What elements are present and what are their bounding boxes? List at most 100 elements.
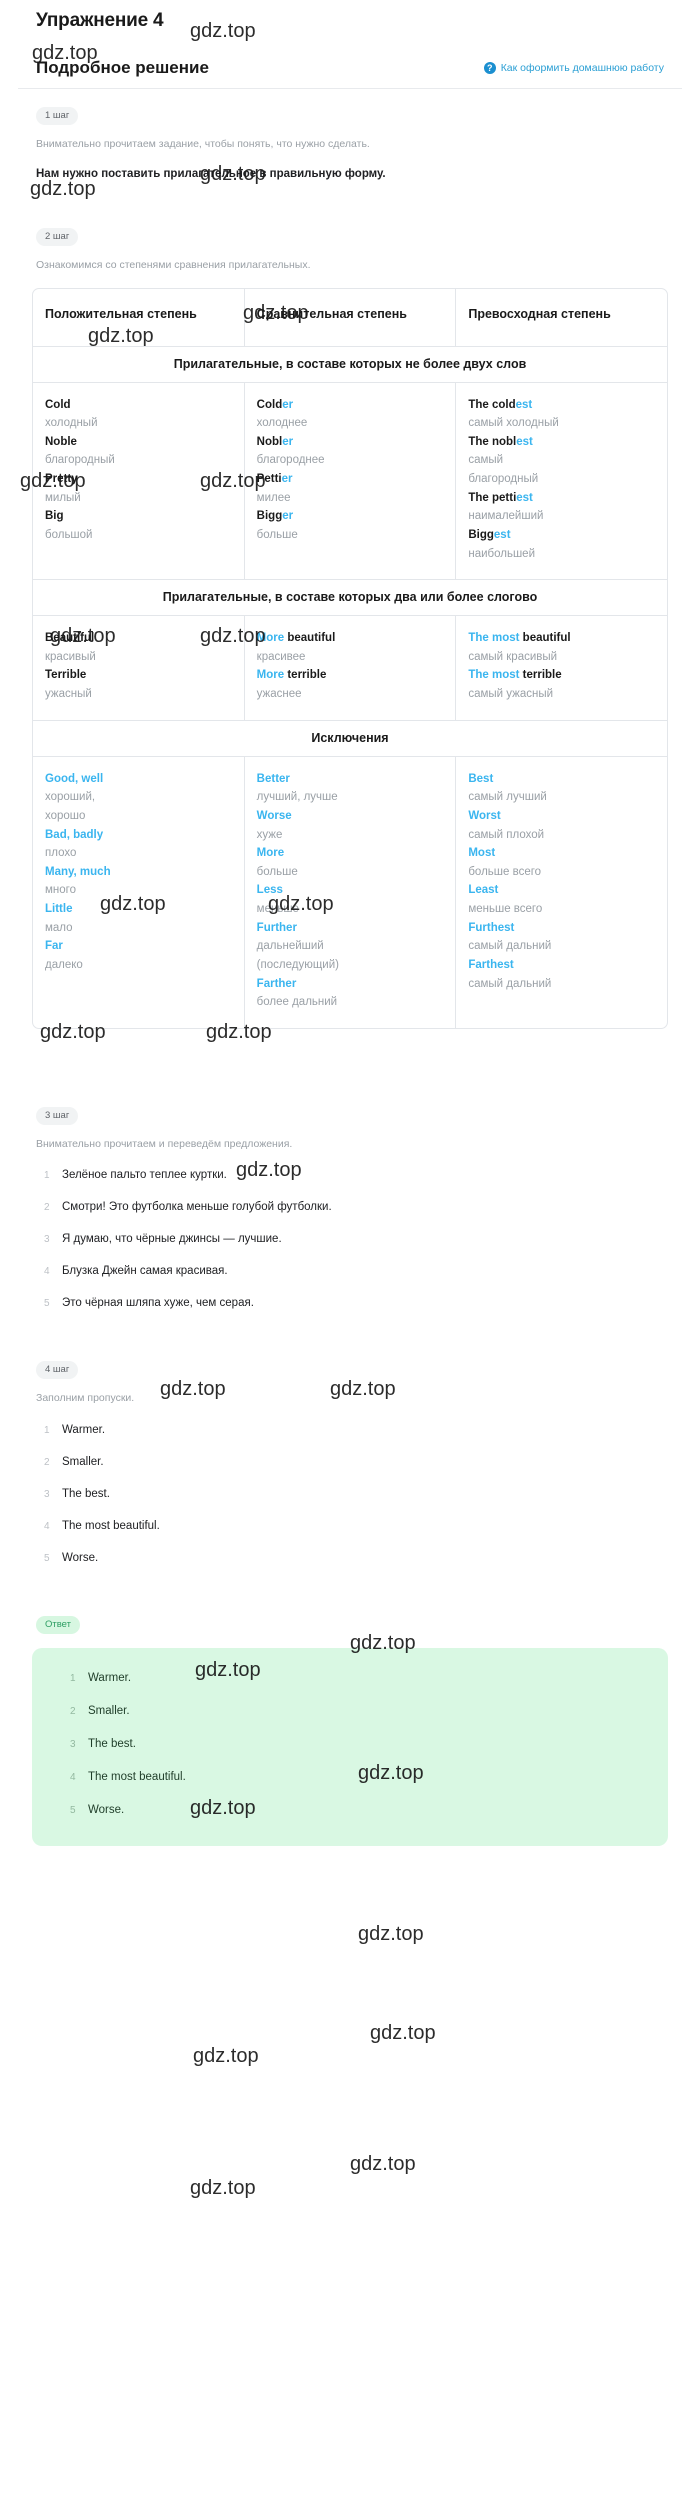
- modifier-more-beautiful: More: [256, 632, 285, 645]
- list-item: 1 Зелёное пальто теплее куртки.: [44, 1169, 664, 1181]
- solution-page: Упражнение 4 Подробное решение ? Как офо…: [0, 0, 700, 2199]
- list-item: 5 Worse.: [44, 1552, 664, 1564]
- solution-header: Подробное решение ? Как оформить домашню…: [18, 32, 682, 78]
- translation-beautiful: красивый: [45, 650, 96, 663]
- list-text: Смотри! Это футболка меньше голубой футб…: [62, 1201, 332, 1214]
- section-heading-short-adjectives: Прилагательные, в составе которых не бол…: [33, 345, 667, 383]
- word-terrible: Terrible: [45, 669, 87, 682]
- list-text: Smaller.: [62, 1456, 104, 1469]
- word-more-beautiful: beautiful: [284, 632, 336, 645]
- translation-least: меньше всего: [468, 903, 543, 915]
- list-text: Worse.: [88, 1804, 125, 1817]
- word-biggest: Bigg: [468, 528, 494, 541]
- modifier-most-terrible: The most: [468, 669, 520, 682]
- translation-bigger: больше: [256, 528, 298, 541]
- word-bigger: Bigg: [256, 510, 283, 523]
- solution-title: Подробное решение: [36, 58, 209, 77]
- word-cold: Cold: [45, 398, 71, 411]
- word-bad-badly: Bad, badly: [45, 828, 104, 841]
- list-index: 5: [70, 1805, 76, 1817]
- suffix-noblest: est: [516, 435, 533, 448]
- watermark-text: gdz.top: [370, 2022, 436, 2044]
- list-index: 1: [44, 1170, 50, 1182]
- cell-superlative-short: The coldest самый холодный The noblest с…: [455, 382, 667, 580]
- step-2-note: Ознакомимся со степенями сравнения прила…: [36, 258, 311, 271]
- translation-farther: более дальний: [256, 996, 338, 1009]
- watermark-text: gdz.top: [358, 1923, 424, 1945]
- list-item: 3 The best.: [44, 1488, 664, 1500]
- word-prettier: Petti: [256, 473, 282, 485]
- list-index: 2: [44, 1457, 50, 1469]
- cell-superlative-exceptions: Best самый лучший Worst самый плохой Mos…: [455, 756, 667, 1028]
- word-far: Far: [45, 940, 63, 953]
- answer-box: 1 Warmer. 2 Smaller. 3 The best. 4 The most …: [32, 1648, 668, 1847]
- suffix-bigger: er: [282, 510, 294, 523]
- cell-positive-short: Cold холодный Noble благородный Pretty м…: [33, 383, 244, 580]
- watermark-text: gdz.top: [350, 2153, 416, 2175]
- list-item: 2 Смотри! Это футболка меньше голубой фут…: [44, 1201, 664, 1213]
- translation-further-line2: (последующий): [256, 958, 339, 971]
- step-4-chip: 4 шаг: [36, 1361, 79, 1380]
- translation-coldest: самый холодный: [468, 417, 559, 430]
- translation-terrible: ужасный: [45, 688, 92, 700]
- word-the-noblest: The nobl: [468, 435, 517, 448]
- step-4-note: Заполним пропуски.: [36, 1392, 135, 1405]
- word-colder: Cold: [256, 398, 283, 411]
- section-heading-long-adjectives: Прилагательные, в составе которых два ил…: [33, 579, 667, 617]
- list-text: Это чёрная шляпа хуже, чем серая.: [62, 1297, 254, 1310]
- translation-biggest: наибольшей: [468, 547, 535, 560]
- list-item: 3 Я думаю, что чёрные джинсы — лучшие.: [44, 1233, 664, 1245]
- suffix-prettier: er: [281, 473, 293, 485]
- list-item: 2 Smaller.: [70, 1705, 656, 1717]
- word-less: Less: [256, 884, 283, 897]
- translation-little: мало: [45, 921, 73, 934]
- list-text: The best.: [88, 1738, 136, 1751]
- word-farthest: Farthest: [468, 958, 514, 971]
- step-2-chip: 2 шаг: [36, 227, 79, 246]
- step-1-statement: Нам нужно поставить прилагательное в пра…: [36, 167, 386, 180]
- word-good-well: Good, well: [45, 772, 104, 785]
- list-item: 4 Блузка Джейн самая красивая.: [44, 1265, 664, 1277]
- list-item: 4 The most beautiful.: [44, 1520, 664, 1532]
- translation-more-beautiful: красивее: [256, 650, 306, 663]
- modifier-most-beautiful: The most: [468, 632, 520, 645]
- translation-most: больше всего: [468, 865, 542, 878]
- translation-more: больше: [256, 865, 298, 878]
- translation-cold: холодный: [45, 417, 98, 430]
- how-to-format-homework-link[interactable]: ? Как оформить домашнюю работу: [483, 62, 664, 74]
- translation-noble: благородный: [45, 454, 115, 467]
- step-1-chip: 1 шаг: [36, 107, 79, 125]
- list-item: 1 Warmer.: [44, 1424, 664, 1436]
- list-item: 3 The best.: [70, 1738, 656, 1750]
- word-many-much: Many, much: [45, 865, 111, 878]
- column-header-superlative: Превосходная степень: [455, 289, 667, 346]
- suffix-prettiest: est: [516, 491, 533, 504]
- translation-colder: холоднее: [256, 417, 308, 430]
- cell-comparative-short: Colder холоднее Nobler благороднее Petti…: [243, 382, 456, 580]
- word-nobler: Nobl: [256, 435, 283, 448]
- list-index: 4: [44, 1266, 50, 1278]
- cell-positive-exceptions: Good, well хороший, хорошо Bad, badly пл…: [33, 757, 244, 1028]
- translation-less: меньше: [256, 903, 299, 915]
- list-item: 5 Worse.: [70, 1804, 656, 1816]
- list-item: 2 Smaller.: [44, 1456, 664, 1468]
- word-noble: Noble: [45, 435, 77, 448]
- word-little: Little: [45, 903, 73, 915]
- suffix-nobler: er: [282, 435, 294, 448]
- list-text: Warmer.: [62, 1424, 106, 1437]
- translation-worst: самый плохой: [468, 828, 545, 841]
- word-furthest: Furthest: [468, 921, 515, 934]
- table-row: Beautiful красивый Terrible ужасный More…: [33, 616, 667, 720]
- word-more: More: [256, 847, 285, 860]
- translation-pretty: милый: [45, 491, 81, 504]
- column-header-comparative: Сравнительная степень: [243, 289, 456, 346]
- translation-prettier: милее: [256, 491, 291, 504]
- step-3-note: Внимательно прочитаем и переведём предло…: [36, 1137, 293, 1150]
- suffix-coldest: est: [515, 398, 533, 411]
- list-item: 1 Warmer.: [70, 1672, 656, 1684]
- word-more-terrible: terrible: [284, 669, 327, 682]
- page-title: Упражнение 4: [36, 10, 164, 31]
- list-text: The most beautiful.: [88, 1771, 186, 1784]
- list-index: 2: [44, 1202, 50, 1214]
- suffix-biggest: est: [493, 528, 511, 541]
